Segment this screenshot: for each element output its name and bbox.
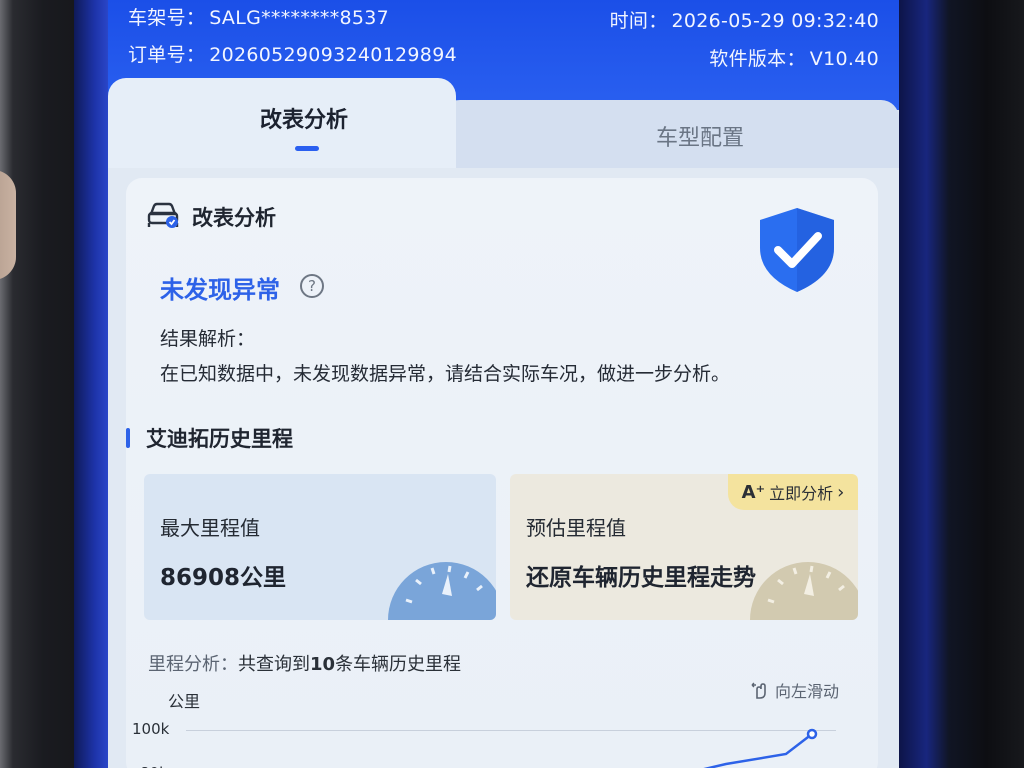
version-value: V10.40 (809, 48, 879, 70)
analysis-status: 未发现异常 (160, 276, 280, 304)
mileage-point (806, 728, 818, 740)
order-value: 20260529093240129894 (209, 44, 457, 66)
estimated-mileage-box[interactable]: A⁺ 立即分析 › 预估里程值 还原车辆历史里程走势 (510, 474, 858, 620)
tab-indicator (295, 146, 319, 151)
max-mileage-label: 最大里程值 (160, 516, 260, 540)
version-row: 软件版本： V10.40 (709, 44, 879, 71)
mileage-line (703, 733, 813, 768)
result-text: 在已知数据中，未发现数据异常，请结合实际车况，做进一步分析。 (160, 363, 731, 385)
swipe-hand-icon (751, 682, 766, 699)
order-label: 订单号： (128, 44, 206, 66)
vin-value: SALG********8537 (209, 7, 390, 29)
gauge-icon (388, 562, 496, 620)
shield-check-icon (760, 208, 834, 292)
tab-modification-analysis[interactable]: 改表分析 (260, 102, 348, 134)
analysis-card: 改表分析 未发现异常 ? 结果解析： 在已知数据中，未发现数据异常，请结合实际车… (126, 178, 878, 768)
time-label: 时间： (609, 10, 668, 32)
mileage-summary: 里程分析：共查询到10条车辆历史里程 (148, 650, 461, 676)
mileage-summary-text: 共查询到 (238, 654, 310, 675)
max-mileage-value: 86908公里 (160, 565, 287, 591)
device-bezel-left (0, 0, 108, 768)
ai-sparkle-icon: A⁺ (741, 481, 766, 503)
mileage-summary-prefix: 里程分析： (148, 654, 238, 675)
app-screen: 车架号： SALG********8537 订单号： 202605290932401… (108, 0, 899, 768)
device-rail (74, 0, 108, 768)
analysis-title: 改表分析 (192, 206, 276, 230)
result-title: 结果解析： (160, 328, 256, 350)
chart-unit-label: 公里 (168, 692, 201, 711)
order-row: 订单号： 20260529093240129894 (128, 40, 457, 67)
vin-row: 车架号： SALG********8537 (128, 3, 389, 30)
car-icon (147, 202, 179, 228)
chevron-right-icon: › (837, 481, 845, 503)
ai-analyze-button[interactable]: A⁺ 立即分析 › (728, 474, 858, 510)
vin-label: 车架号： (128, 7, 206, 29)
mileage-chart[interactable] (126, 718, 878, 768)
section-marker (126, 428, 130, 448)
tab-vehicle-config[interactable]: 车型配置 (656, 120, 744, 152)
device-bezel-right (899, 0, 1024, 768)
history-title: 艾迪拓历史里程 (146, 427, 293, 451)
swipe-hint: 向左滑动 (750, 678, 839, 702)
time-row: 时间： 2026-05-29 09:32:40 (610, 6, 879, 33)
tab-bar: 改表分析 车型配置 (108, 78, 899, 168)
time-value: 2026-05-29 09:32:40 (671, 10, 879, 32)
mileage-summary-suffix: 条车辆历史里程 (335, 654, 462, 675)
estimated-mileage-label: 预估里程值 (526, 516, 626, 540)
finger (0, 170, 16, 280)
max-mileage-box: 最大里程值 86908公里 (144, 474, 496, 620)
content-area: 改表分析 未发现异常 ? 结果解析： 在已知数据中，未发现数据异常，请结合实际车… (108, 168, 899, 768)
estimated-mileage-value: 还原车辆历史里程走势 (526, 565, 756, 591)
swipe-hint-label: 向左滑动 (775, 682, 840, 701)
gauge-icon (750, 562, 858, 620)
version-label: 软件版本： (709, 48, 806, 70)
help-circle-icon[interactable]: ? (300, 274, 324, 298)
ai-analyze-label: 立即分析 (769, 484, 834, 503)
mileage-count: 10 (310, 654, 336, 675)
